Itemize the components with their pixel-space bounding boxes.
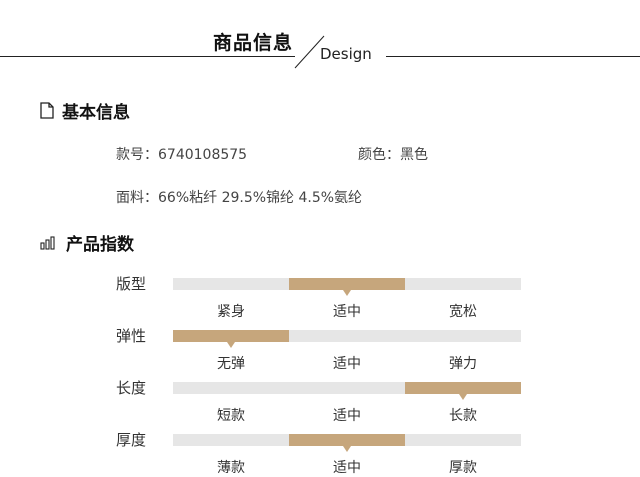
index-track [173,330,521,348]
index-marker-pointer [343,446,351,452]
fabric-value: 66%粘纤 29.5%锦纶 4.5%氨纶 [158,190,363,206]
basic-info-heading: 基本信息 [40,98,130,123]
section-header: 商品信息 Design [0,0,640,80]
index-option-label: 适中 [333,356,361,372]
index-row: 弹性无弹 适中 弹力 [0,325,640,372]
product-index-title: 产品指数 [66,235,134,255]
bar-chart-icon [40,235,58,250]
index-option-label: 厚款 [449,460,477,476]
basic-info-title: 基本信息 [62,103,130,123]
header-divider-right [386,56,640,57]
index-track [173,278,521,296]
sku-value: 6740108575 [158,147,248,163]
index-option-label: 适中 [333,304,361,320]
index-selected-segment [405,382,521,394]
index-row: 长度短款 适中 长款 [0,377,640,424]
header-subtitle: Design [320,45,372,63]
index-row: 厚度薄款 适中 厚款 [0,429,640,476]
index-option-label: 短款 [217,408,245,424]
index-option-label: 薄款 [217,460,245,476]
index-selected-segment [289,434,405,446]
index-row-label: 版型 [116,275,147,293]
sku-label: 款号： [116,147,158,163]
color-value: 黑色 [400,147,428,163]
index-option-label: 宽松 [449,304,477,320]
fabric-label: 面料： [116,190,158,206]
index-row-label: 长度 [116,379,147,397]
sku-info: 款号：6740108575 [116,144,247,164]
index-option-label: 无弹 [217,356,245,372]
product-index-heading: 产品指数 [40,230,134,255]
index-option-label: 适中 [333,408,361,424]
fabric-info: 面料：66%粘纤 29.5%锦纶 4.5%氨纶 [116,187,362,207]
index-marker-pointer [343,290,351,296]
index-row-label: 厚度 [116,431,147,449]
index-row: 版型紧身 适中 宽松 [0,273,640,320]
index-marker-pointer [459,394,467,400]
index-option-label: 适中 [333,460,361,476]
index-option-label: 弹力 [449,356,477,372]
header-slash-decoration [294,35,325,69]
index-option-label: 紧身 [217,304,245,320]
index-track [173,434,521,452]
header-title: 商品信息 [213,32,294,54]
index-selected-segment [289,278,405,290]
index-marker-pointer [227,342,235,348]
color-label: 颜色： [358,147,400,163]
index-option-label: 长款 [449,408,477,424]
index-track [173,382,521,400]
index-row-label: 弹性 [116,327,147,345]
color-info: 颜色：黑色 [358,144,428,164]
document-icon [40,102,54,119]
index-selected-segment [173,330,289,342]
